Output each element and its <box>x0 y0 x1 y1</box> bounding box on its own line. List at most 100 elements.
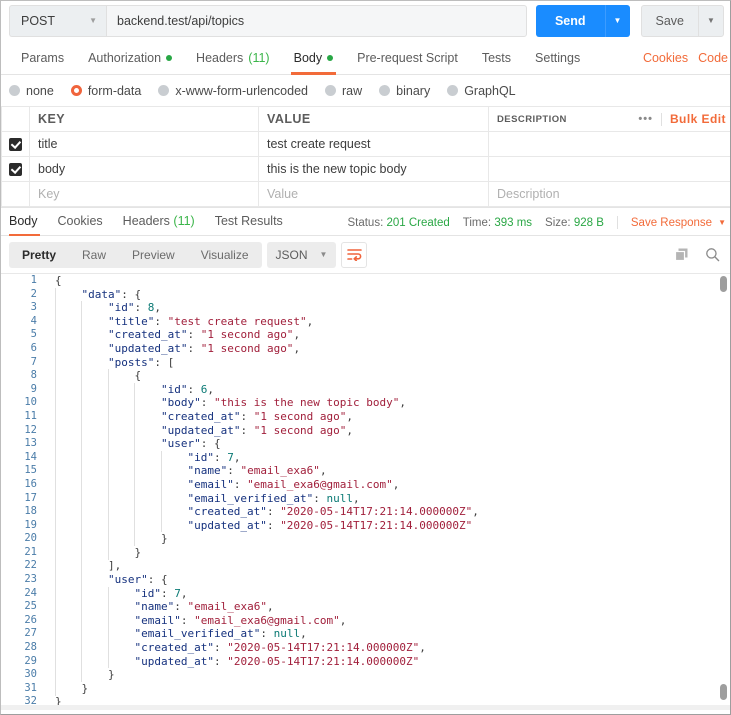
view-mode-preview[interactable]: Preview <box>119 242 188 268</box>
table-header-key: KEY <box>29 106 259 132</box>
code-line: 10 "body": "this is the new topic body", <box>1 396 730 410</box>
line-number: 21 <box>24 545 37 558</box>
row-description-cell[interactable] <box>488 131 730 157</box>
code-text: } <box>81 681 89 695</box>
tab-settings[interactable]: Settings <box>523 41 592 75</box>
table-row: title test create request <box>1 131 730 157</box>
row-value-cell[interactable]: test create request <box>258 131 489 157</box>
row-key-cell[interactable]: body <box>29 156 259 182</box>
table-header-row: KEY VALUE DESCRIPTION ••• Bulk Edit <box>1 106 730 132</box>
body-type-graphql[interactable]: GraphQL <box>447 84 516 98</box>
view-mode-pretty[interactable]: Pretty <box>9 242 69 268</box>
code-line: 13 "user": { <box>1 437 730 451</box>
response-body-viewer[interactable]: 1{2 "data": {3 "id": 8, 4 "title": "test … <box>1 273 730 710</box>
search-icon <box>706 248 720 262</box>
tab-label: Params <box>21 50 65 65</box>
table-placeholder-row: Key Value Description <box>1 181 730 207</box>
tab-pre-request-script[interactable]: Pre-request Script <box>345 41 470 75</box>
tab-label: Pre-request Script <box>357 50 458 65</box>
cookies-link[interactable]: Cookies <box>643 51 688 65</box>
tab-params[interactable]: Params <box>9 41 76 75</box>
code-line: 6 "updated_at": "1 second ago", <box>1 342 730 356</box>
response-view-actions <box>674 236 720 273</box>
response-format-value: JSON <box>275 247 308 262</box>
body-type-binary[interactable]: binary <box>379 84 430 98</box>
line-number: 18 <box>24 505 37 518</box>
tab-body[interactable]: Body <box>282 41 346 75</box>
row-key-value: title <box>38 137 58 151</box>
line-number: 31 <box>24 681 37 694</box>
save-options-chevron-down-icon[interactable]: ▼ <box>698 5 724 37</box>
checkbox-checked-icon[interactable] <box>9 137 22 151</box>
new-value-cell[interactable]: Value <box>258 181 489 207</box>
search-button[interactable] <box>705 247 720 262</box>
line-number: 23 <box>24 573 37 586</box>
code-text: "user": { <box>107 573 168 587</box>
chevron-down-icon: ▼ <box>89 16 97 25</box>
send-options-chevron-down-icon[interactable]: ▼ <box>604 5 630 37</box>
body-type-none[interactable]: none <box>9 84 54 98</box>
line-number: 15 <box>24 464 37 477</box>
response-tab-test-results[interactable]: Test Results <box>205 207 293 236</box>
tab-label: Authorization <box>88 50 162 65</box>
status-label: Status: <box>347 216 384 229</box>
response-format-select[interactable]: JSON ▼ <box>266 241 337 268</box>
code-text: "name": "email_exa6", <box>187 464 327 478</box>
request-url-bar: POST ▼ backend.test/api/topics Send ▼ Sa… <box>1 1 730 41</box>
divider <box>616 216 618 229</box>
code-line: 12 "updated_at": "1 second ago", <box>1 424 730 438</box>
save-response-button[interactable]: Save Response ▼ <box>631 217 726 229</box>
http-method-select[interactable]: POST ▼ <box>9 5 106 37</box>
row-description-cell[interactable] <box>488 156 730 182</box>
tab-headers[interactable]: Headers (11) <box>184 41 282 75</box>
scrollbar-thumb-bottom[interactable] <box>720 684 727 700</box>
tab-tests[interactable]: Tests <box>470 41 523 75</box>
tab-label: Body <box>293 50 323 65</box>
code-text: "created_at": "1 second ago", <box>107 328 301 342</box>
response-tab-body[interactable]: Body <box>9 207 48 236</box>
time-label: Time: <box>462 216 492 229</box>
body-type-x-www-form-urlencoded[interactable]: x-www-form-urlencoded <box>158 84 308 98</box>
code-line: 4 "title": "test create request", <box>1 315 730 329</box>
copy-button[interactable] <box>674 247 689 262</box>
response-tab-headers[interactable]: Headers (11) <box>113 207 205 236</box>
request-tabs-right-links: Cookies Code <box>643 41 730 75</box>
http-method-value: POST <box>21 14 56 28</box>
code-line: 2 "data": { <box>1 288 730 302</box>
response-view-mode-group: Pretty Raw Preview Visualize <box>9 241 262 268</box>
vertical-scrollbar[interactable] <box>720 274 727 710</box>
view-mode-raw[interactable]: Raw <box>69 242 119 268</box>
bulk-edit-button[interactable]: Bulk Edit <box>670 112 726 126</box>
row-value-cell[interactable]: this is the new topic body <box>258 156 489 182</box>
row-checkbox-cell-empty[interactable] <box>1 181 30 207</box>
body-type-form-data[interactable]: form-data <box>70 84 141 98</box>
tab-authorization[interactable]: Authorization <box>76 41 184 75</box>
code-text: "title": "test create request", <box>107 314 314 328</box>
code-lines: 1{2 "data": {3 "id": 8, 4 "title": "test … <box>1 274 730 709</box>
request-url-input[interactable]: backend.test/api/topics <box>106 5 527 37</box>
code-line: 5 "created_at": "1 second ago", <box>1 328 730 342</box>
scrollbar-thumb-top[interactable] <box>720 276 727 292</box>
divider <box>660 112 662 126</box>
horizontal-scrollbar[interactable] <box>1 705 730 710</box>
send-button[interactable]: Send <box>535 5 605 37</box>
line-number: 10 <box>24 396 37 409</box>
radio-icon <box>9 85 20 96</box>
code-text: "name": "email_exa6", <box>134 600 274 614</box>
save-button[interactable]: Save <box>640 5 698 37</box>
checkbox-checked-icon[interactable] <box>9 162 22 176</box>
table-options-ellipsis-icon[interactable]: ••• <box>638 113 653 125</box>
code-link[interactable]: Code <box>698 51 728 65</box>
status-value: 201 Created <box>386 216 450 229</box>
word-wrap-toggle-button[interactable] <box>341 241 368 268</box>
new-description-cell[interactable]: Description <box>488 181 730 207</box>
row-checkbox-cell[interactable] <box>1 156 30 182</box>
new-key-cell[interactable]: Key <box>29 181 259 207</box>
body-type-raw[interactable]: raw <box>325 84 362 98</box>
code-text: "body": "this is the new topic body", <box>160 396 407 410</box>
line-number: 22 <box>24 559 37 572</box>
row-checkbox-cell[interactable] <box>1 131 30 157</box>
view-mode-visualize[interactable]: Visualize <box>188 242 262 268</box>
response-tab-cookies[interactable]: Cookies <box>48 207 113 236</box>
row-key-cell[interactable]: title <box>29 131 259 157</box>
